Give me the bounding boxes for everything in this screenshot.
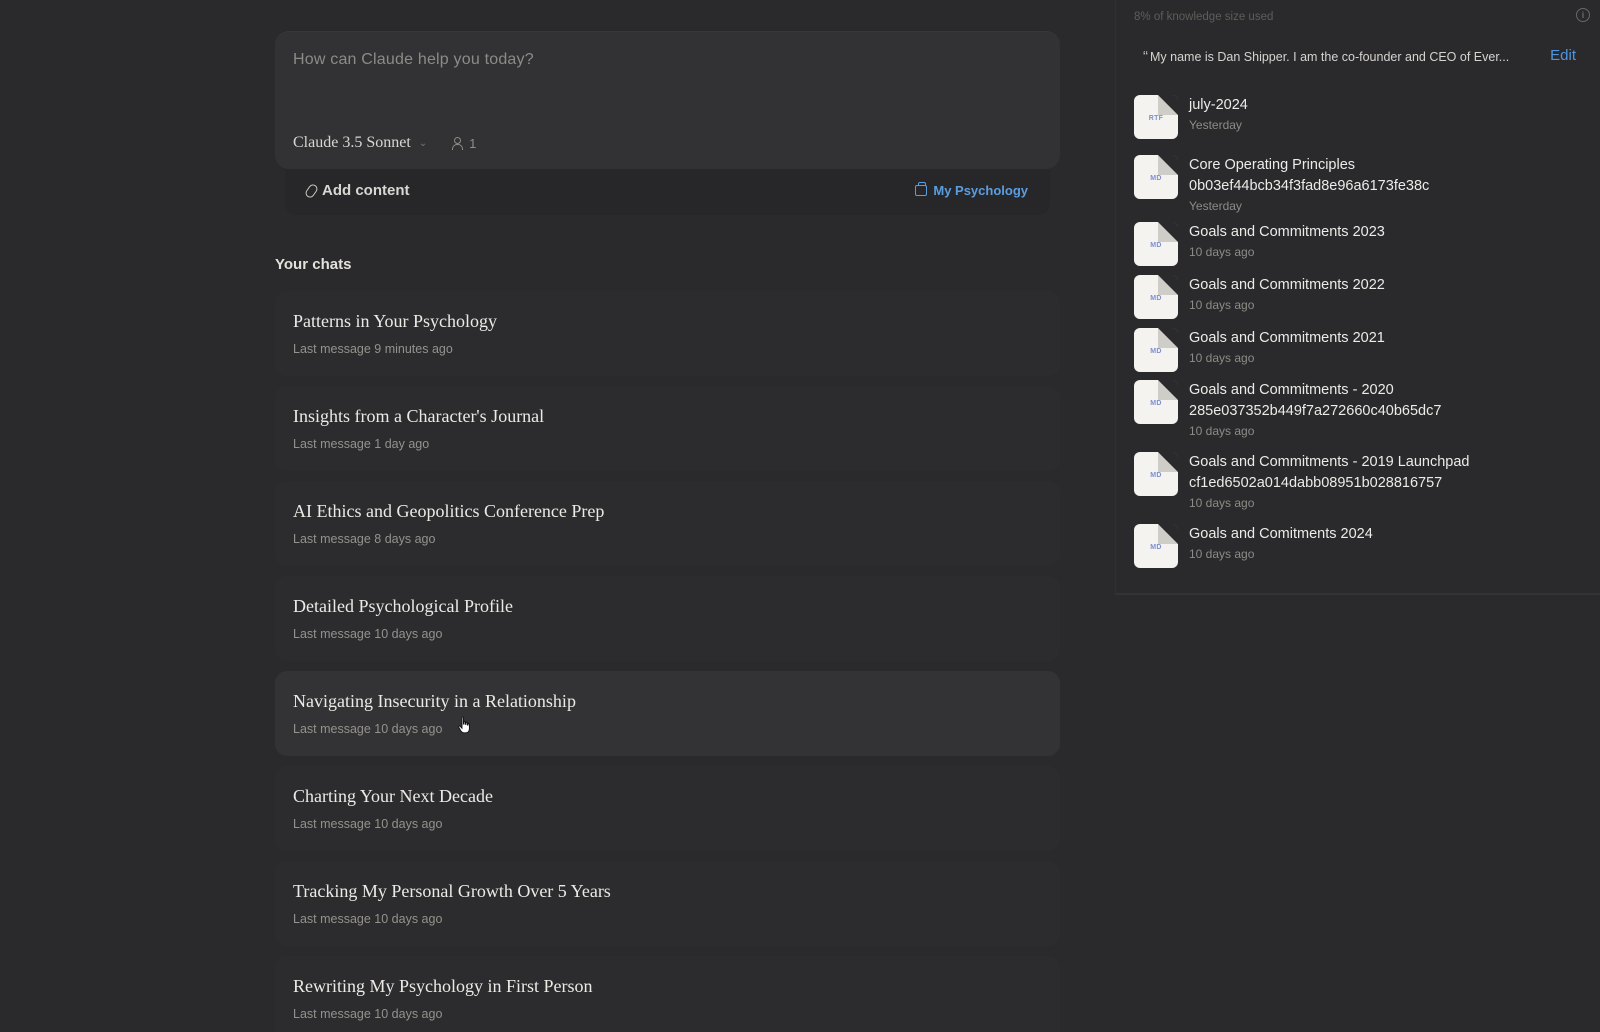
- chevron-down-icon[interactable]: ⌄: [419, 138, 427, 149]
- md-file-icon: MD: [1134, 222, 1178, 266]
- chat-title: Charting Your Next Decade: [293, 786, 493, 806]
- file-name: july-2024: [1189, 97, 1248, 113]
- chat-item[interactable]: Charting Your Next Decade Last message 1…: [275, 766, 1060, 851]
- chat-title: Detailed Psychological Profile: [293, 596, 513, 616]
- project-label: My Psychology: [933, 183, 1028, 198]
- participant-count: 1: [469, 135, 477, 151]
- chat-meta: Last message 9 minutes ago: [293, 342, 453, 356]
- md-file-icon: MD: [1134, 275, 1178, 319]
- md-file-icon: MD: [1134, 380, 1178, 424]
- add-content-label: Add content: [322, 182, 410, 199]
- edit-instructions-link[interactable]: Edit: [1550, 47, 1576, 64]
- file-item[interactable]: RTF july-2024 Yesterday: [1134, 95, 1584, 139]
- chat-title: Tracking My Personal Growth Over 5 Years: [293, 881, 611, 901]
- chat-item-hovered[interactable]: Navigating Insecurity in a Relationship …: [275, 671, 1060, 756]
- file-item[interactable]: MD Core Operating Principles 0b03ef44bcb…: [1134, 155, 1584, 214]
- file-date: Yesterday: [1189, 199, 1242, 213]
- content-bar: Add content My Psychology: [285, 169, 1050, 215]
- info-icon[interactable]: i: [1576, 8, 1590, 22]
- hand-cursor-icon: [458, 716, 470, 734]
- file-name-hash: cf1ed6502a014dabb08951b028816757: [1189, 475, 1443, 491]
- chat-meta: Last message 8 days ago: [293, 532, 436, 546]
- paperclip-icon: [303, 182, 320, 199]
- file-name: Goals and Commitments 2022: [1189, 277, 1385, 293]
- instructions-text: My name is Dan Shipper. I am the co-foun…: [1150, 50, 1510, 64]
- chat-title: Patterns in Your Psychology: [293, 311, 498, 331]
- project-link[interactable]: My Psychology: [915, 182, 1028, 198]
- chat-meta: Last message 1 day ago: [293, 437, 430, 451]
- chat-meta: Last message 10 days ago: [293, 1007, 443, 1021]
- file-date: 10 days ago: [1189, 245, 1255, 259]
- chat-list: Patterns in Your Psychology Last message…: [275, 291, 1060, 1032]
- md-file-icon: MD: [1134, 452, 1178, 496]
- file-name: Goals and Comitments 2024: [1189, 526, 1373, 542]
- project-icon: [915, 182, 928, 196]
- file-item[interactable]: MD Goals and Comitments 2024 10 days ago: [1134, 524, 1584, 568]
- chat-meta: Last message 10 days ago: [293, 912, 443, 926]
- model-selector[interactable]: Claude 3.5 Sonnet: [293, 134, 411, 152]
- chat-item[interactable]: Detailed Psychological Profile Last mess…: [275, 576, 1060, 661]
- project-knowledge-panel: 8% of knowledge size used i “My name is …: [1115, 0, 1600, 595]
- chat-meta: Last message 10 days ago: [293, 722, 443, 736]
- file-item[interactable]: MD Goals and Commitments 2021 10 days ag…: [1134, 328, 1584, 372]
- chat-item[interactable]: AI Ethics and Geopolitics Conference Pre…: [275, 481, 1060, 566]
- file-name-hash: 0b03ef44bcb34f3fad8e96a6173fe38c: [1189, 178, 1430, 194]
- app-window: How can Claude help you today? Claude 3.…: [0, 0, 1600, 1032]
- custom-instructions[interactable]: “My name is Dan Shipper. I am the co-fou…: [1143, 48, 1543, 65]
- rtf-file-icon: RTF: [1134, 95, 1178, 139]
- file-date: Yesterday: [1189, 118, 1242, 132]
- file-name: Core Operating Principles: [1189, 157, 1356, 173]
- chat-meta: Last message 10 days ago: [293, 627, 443, 641]
- chat-item[interactable]: Rewriting My Psychology in First Person …: [275, 956, 1060, 1032]
- md-file-icon: MD: [1134, 328, 1178, 372]
- your-chats-heading: Your chats: [275, 256, 352, 273]
- chat-title: AI Ethics and Geopolitics Conference Pre…: [293, 501, 605, 521]
- chat-composer[interactable]: How can Claude help you today? Claude 3.…: [275, 31, 1060, 169]
- file-name: Goals and Commitments 2023: [1189, 224, 1385, 240]
- file-name: Goals and Commitments - 2019 Launchpad: [1189, 454, 1470, 470]
- add-content-button[interactable]: Add content: [303, 182, 410, 199]
- file-date: 10 days ago: [1189, 547, 1255, 561]
- chat-title: Insights from a Character's Journal: [293, 406, 545, 426]
- file-item[interactable]: MD Goals and Commitments 2023 10 days ag…: [1134, 222, 1584, 266]
- md-file-icon: MD: [1134, 524, 1178, 568]
- file-date: 10 days ago: [1189, 496, 1255, 510]
- person-icon[interactable]: [451, 136, 464, 150]
- chat-title: Navigating Insecurity in a Relationship: [293, 691, 576, 711]
- quote-icon: “: [1143, 48, 1148, 65]
- file-item[interactable]: MD Goals and Commitments - 2019 Launchpa…: [1134, 452, 1584, 511]
- file-date: 10 days ago: [1189, 351, 1255, 365]
- file-name-hash: 285e037352b449f7a272660c40b65dc7: [1189, 403, 1442, 419]
- chat-meta: Last message 10 days ago: [293, 817, 443, 831]
- knowledge-usage-text: 8% of knowledge size used: [1134, 11, 1274, 23]
- file-item[interactable]: MD Goals and Commitments - 2020 285e0373…: [1134, 380, 1584, 439]
- chat-title: Rewriting My Psychology in First Person: [293, 976, 593, 996]
- chat-item[interactable]: Patterns in Your Psychology Last message…: [275, 291, 1060, 376]
- main-column: How can Claude help you today? Claude 3.…: [275, 0, 1065, 1032]
- composer-placeholder[interactable]: How can Claude help you today?: [293, 51, 534, 69]
- chat-item[interactable]: Tracking My Personal Growth Over 5 Years…: [275, 861, 1060, 946]
- file-date: 10 days ago: [1189, 424, 1255, 438]
- chat-item[interactable]: Insights from a Character's Journal Last…: [275, 386, 1060, 471]
- file-name: Goals and Commitments - 2020: [1189, 382, 1394, 398]
- md-file-icon: MD: [1134, 155, 1178, 199]
- file-name: Goals and Commitments 2021: [1189, 330, 1385, 346]
- file-item[interactable]: MD Goals and Commitments 2022 10 days ag…: [1134, 275, 1584, 319]
- file-date: 10 days ago: [1189, 298, 1255, 312]
- model-row: Claude 3.5 Sonnet ⌄ 1: [293, 134, 476, 152]
